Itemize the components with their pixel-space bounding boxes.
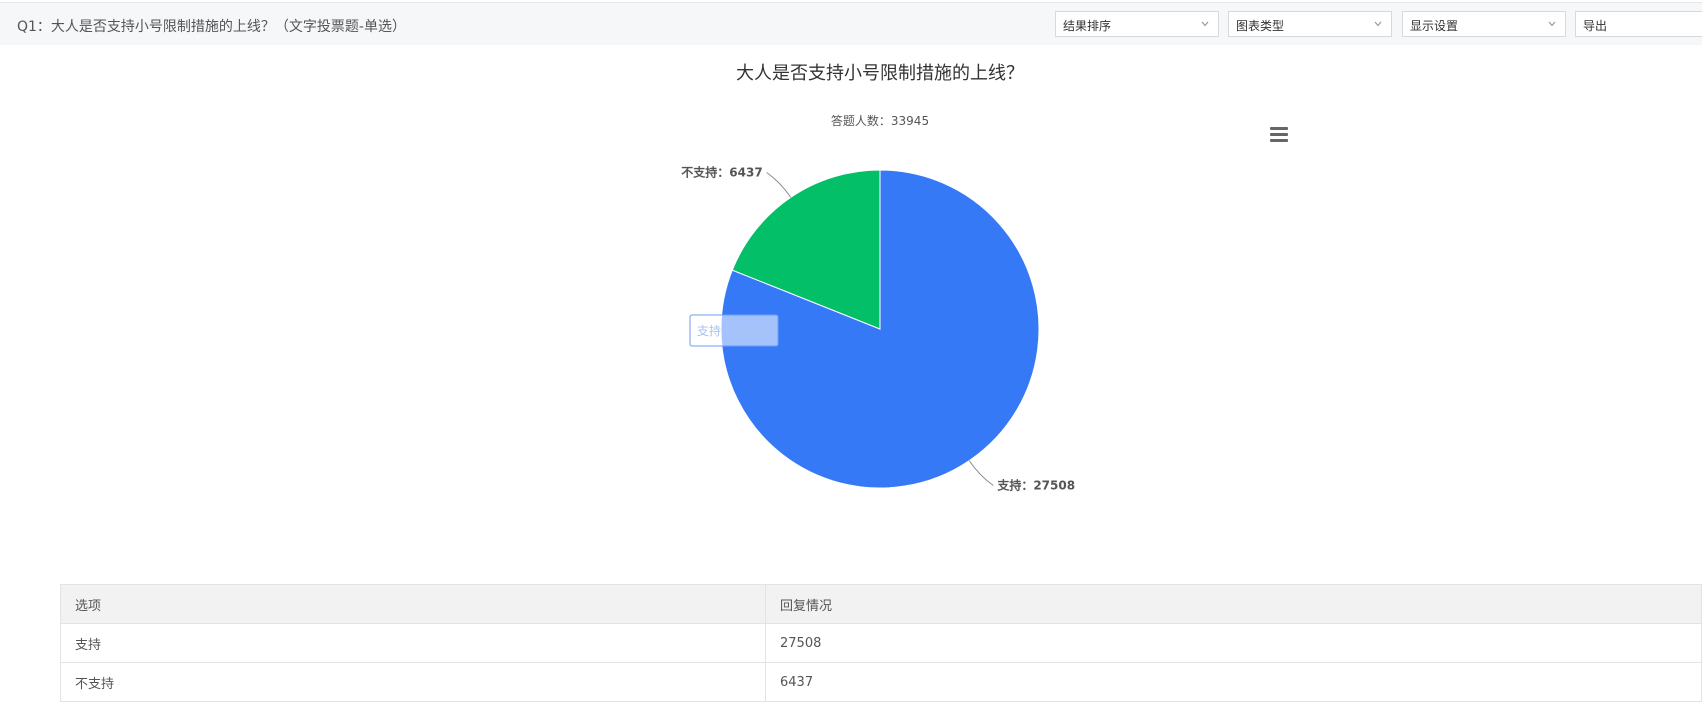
cell-count: 27508 xyxy=(765,623,1702,663)
results-table: 选项 回复情况 支持 27508 不支持 6437 xyxy=(60,584,1702,702)
table-row: 支持 27508 xyxy=(60,623,1702,663)
cell-option: 不支持 xyxy=(60,662,766,702)
table-header-row: 选项 回复情况 xyxy=(60,584,1702,624)
pie-chart: 支持：27508 不支持：6437 支持：27508 xyxy=(681,164,1075,493)
label-connector-0 xyxy=(968,460,994,486)
tooltip-text: 支持：27508 xyxy=(697,323,771,338)
slice-label-0: 支持：27508 xyxy=(996,478,1075,493)
cell-option: 支持 xyxy=(60,623,766,663)
label-connector-1 xyxy=(766,172,792,198)
header-option: 选项 xyxy=(60,584,766,624)
header-responses: 回复情况 xyxy=(765,584,1702,624)
cell-count: 6437 xyxy=(765,662,1702,702)
slice-label-1: 不支持：6437 xyxy=(681,164,762,179)
table-row: 不支持 6437 xyxy=(60,662,1702,702)
